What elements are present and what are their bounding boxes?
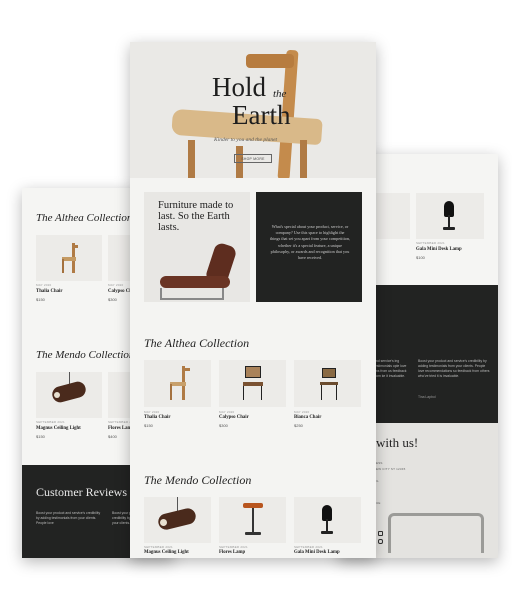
product-price: $250 (294, 423, 303, 428)
left-product-tag: MAY 2020 (36, 283, 52, 287)
instagram-icon[interactable] (378, 539, 383, 544)
product-thumb-thalia[interactable] (144, 360, 211, 407)
left-althea-title: The Althea Collection (36, 212, 133, 224)
product-tag: SEPTEMBER 2021 (144, 545, 173, 549)
left-product-price: $400 (108, 434, 117, 439)
hero-title-earth: Earth (232, 100, 291, 130)
review-text: Boost your product and service's credibi… (418, 359, 490, 379)
hero-title-hold: Hold (212, 72, 266, 102)
left-product-price: $300 (108, 297, 117, 302)
chair-image (388, 513, 484, 553)
intro-image-card: Furniture made to last. So the Earth las… (144, 192, 250, 302)
intro-heading: Furniture made to last. So the Earth las… (158, 200, 234, 233)
center-page: Hold the Earth Kinder to you and the pla… (130, 42, 376, 558)
left-product-tag: SEPTEMBER 2021 (36, 420, 65, 424)
contact-title: with us! (376, 435, 419, 450)
product-name[interactable]: Thalia Chair (144, 415, 171, 420)
reviews-title: Customer Reviews (36, 485, 127, 499)
left-product-tag: MAY 2020 (108, 283, 124, 287)
mendo-title: The Mendo Collection (144, 473, 252, 487)
right-product-name[interactable]: Gala Mini Desk Lamp (416, 247, 462, 252)
chair-icon (241, 366, 265, 400)
product-price: $300 (219, 423, 228, 428)
chair-icon (60, 243, 78, 273)
left-product-thumb-thalia[interactable] (36, 235, 102, 281)
intro-body: What's special about your product, servi… (270, 224, 351, 261)
product-tag: SEPTEMBER 2021 (219, 545, 248, 549)
product-thumb-magnus[interactable] (144, 497, 211, 543)
hero-section: Hold the Earth Kinder to you and the pla… (130, 42, 376, 178)
hero-subtitle: Kinder to you and the planet (214, 137, 278, 143)
left-product-name[interactable]: Magnus Ceiling Light (36, 426, 81, 431)
reviewer-name: Tina Lapbol (418, 395, 436, 399)
left-product-name[interactable]: Thalia Chair (36, 289, 63, 294)
right-product-thumb-gala[interactable] (416, 193, 484, 239)
shop-more-button[interactable]: SHOP MORE (234, 154, 272, 163)
althea-title: The Althea Collection (144, 336, 250, 350)
left-product-price: $150 (36, 434, 45, 439)
product-name[interactable]: Gala Mini Desk Lamp (294, 550, 340, 555)
right-product-price: $100 (416, 255, 425, 260)
product-thumb-bianca[interactable] (294, 360, 361, 407)
contact-line: ESS (376, 461, 383, 465)
product-thumb-gala[interactable] (294, 497, 361, 543)
product-tag: MAY 2020 (294, 410, 310, 414)
contact-line: UE (376, 501, 381, 505)
chair-icon (168, 366, 190, 400)
left-product-thumb-magnus[interactable] (36, 372, 102, 418)
left-product-price: $150 (36, 297, 45, 302)
review-text: and service's ing testimonials ople love… (374, 359, 407, 379)
facebook-icon[interactable] (378, 531, 383, 536)
hero-title-the: the (273, 88, 287, 100)
intro-text-card: What's special about your product, servi… (256, 192, 362, 302)
contact-line: IL (376, 479, 379, 483)
left-mendo-title: The Mendo Collection (36, 349, 135, 361)
product-thumb-calypso[interactable] (219, 360, 286, 407)
right-product-tag: SEPTEMBER 2021 (416, 241, 445, 245)
ceiling-light-icon (177, 497, 178, 511)
product-thumb-flores[interactable] (219, 497, 286, 543)
product-name[interactable]: Magnus Ceiling Light (144, 550, 189, 555)
product-tag: MAY 2020 (144, 410, 160, 414)
product-name[interactable]: Flores Lamp (219, 550, 245, 555)
product-name[interactable]: Bianca Chair (294, 415, 321, 420)
lounge-chair-image (156, 241, 242, 300)
product-tag: MAY 2020 (219, 410, 235, 414)
contact-line: ew City ST 12345 (376, 467, 406, 471)
product-name[interactable]: Calypso Chair (219, 415, 249, 420)
product-tag: SEPTEMBER 2021 (294, 545, 323, 549)
chair-icon (318, 366, 340, 400)
review-text: Boost your product and service's credibi… (36, 511, 101, 526)
product-price: $150 (144, 423, 153, 428)
